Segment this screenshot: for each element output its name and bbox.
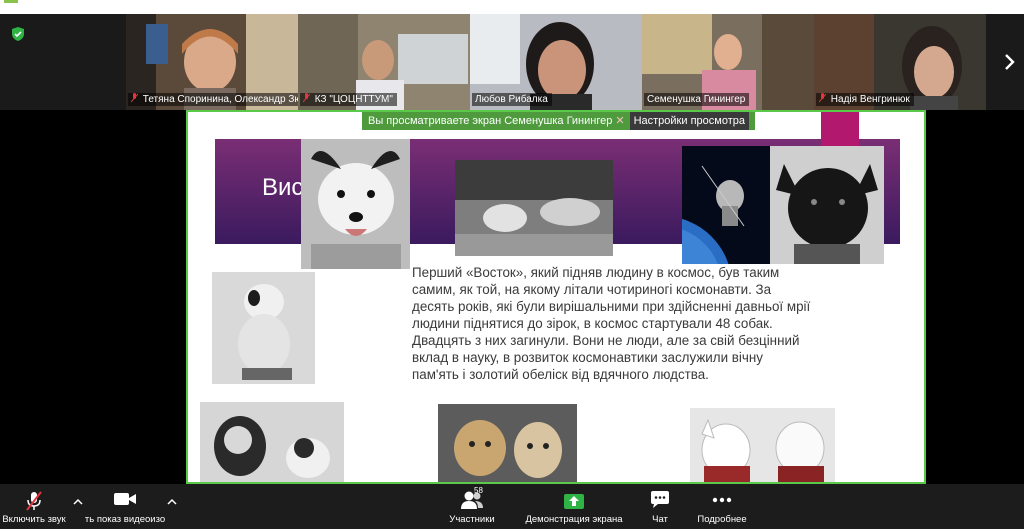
slide-title: Вис [262, 174, 304, 201]
video-camera-icon [114, 493, 136, 505]
participants-button[interactable]: 58 Участники [440, 484, 504, 529]
dogs-photo [455, 160, 613, 256]
participant-tile[interactable]: Надія Венгринюк [814, 14, 986, 110]
participant-name: Надія Венгринюк [816, 93, 914, 106]
share-screen-button[interactable]: Демонстрация экрана [522, 484, 626, 529]
chevron-up-icon[interactable] [72, 496, 84, 508]
participant-name: КЗ "ЦОЦНТТУМ" [300, 93, 397, 106]
sputnik-photo [682, 146, 770, 264]
slide-accent-block [821, 112, 859, 146]
video-button[interactable]: ть показ видеоизо [84, 484, 166, 529]
meeting-toolbar: Включить звук ть показ видеоизо 58 Участ… [0, 484, 1024, 529]
dogs-photo [438, 404, 577, 482]
top-strip [0, 0, 1024, 14]
chat-button[interactable]: Чат [638, 484, 682, 529]
more-button[interactable]: Подробнее [692, 484, 752, 529]
chevron-up-icon[interactable] [166, 496, 178, 508]
gallery-next-button[interactable] [994, 14, 1024, 110]
unmute-button[interactable]: Включить звук [0, 484, 68, 529]
participant-tile[interactable]: Тетяна Споринина, Олександр Зю... [126, 14, 298, 110]
participant-name: Семенушка Гинингер [644, 93, 750, 106]
shared-screen: Вис Перший «Восток», який підняв людину … [186, 110, 926, 484]
dog-photo [770, 146, 884, 264]
more-dots-icon [712, 497, 732, 503]
muted-mic-icon [819, 93, 826, 103]
view-options-button[interactable]: Настройки просмотра [629, 112, 749, 130]
share-screen-icon [564, 494, 584, 509]
participants-count: 58 [474, 486, 483, 495]
participant-tile[interactable]: Любов Рибалка [470, 14, 642, 110]
viewing-screen-banner: Вы просматриваете экран Семенушка Гининг… [362, 112, 755, 130]
participant-name: Любов Рибалка [472, 93, 552, 106]
participant-tile-active-speaker[interactable]: Семенушка Гинингер [642, 14, 814, 110]
muted-mic-icon: ✕ [615, 115, 625, 127]
video-gallery: Тетяна Споринина, Олександр Зю... КЗ "ЦО… [0, 14, 1024, 110]
participant-tile[interactable]: КЗ "ЦОЦНТТУМ" [298, 14, 470, 110]
slide-paragraph: Перший «Восток», який підняв людину в ко… [412, 265, 811, 382]
muted-mic-icon [131, 93, 138, 103]
security-shield-icon[interactable] [10, 26, 26, 42]
muted-mic-icon [303, 93, 310, 103]
participant-name: Тетяна Споринина, Олександр Зю... [128, 93, 298, 106]
chat-icon [651, 491, 669, 508]
dogs-photo [200, 402, 344, 482]
dogs-photo [690, 408, 835, 482]
dog-photo [301, 139, 410, 269]
top-strip-mark [4, 0, 18, 3]
chevron-right-icon [1005, 54, 1015, 70]
muted-mic-icon [26, 491, 42, 511]
dog-photo [212, 272, 315, 384]
